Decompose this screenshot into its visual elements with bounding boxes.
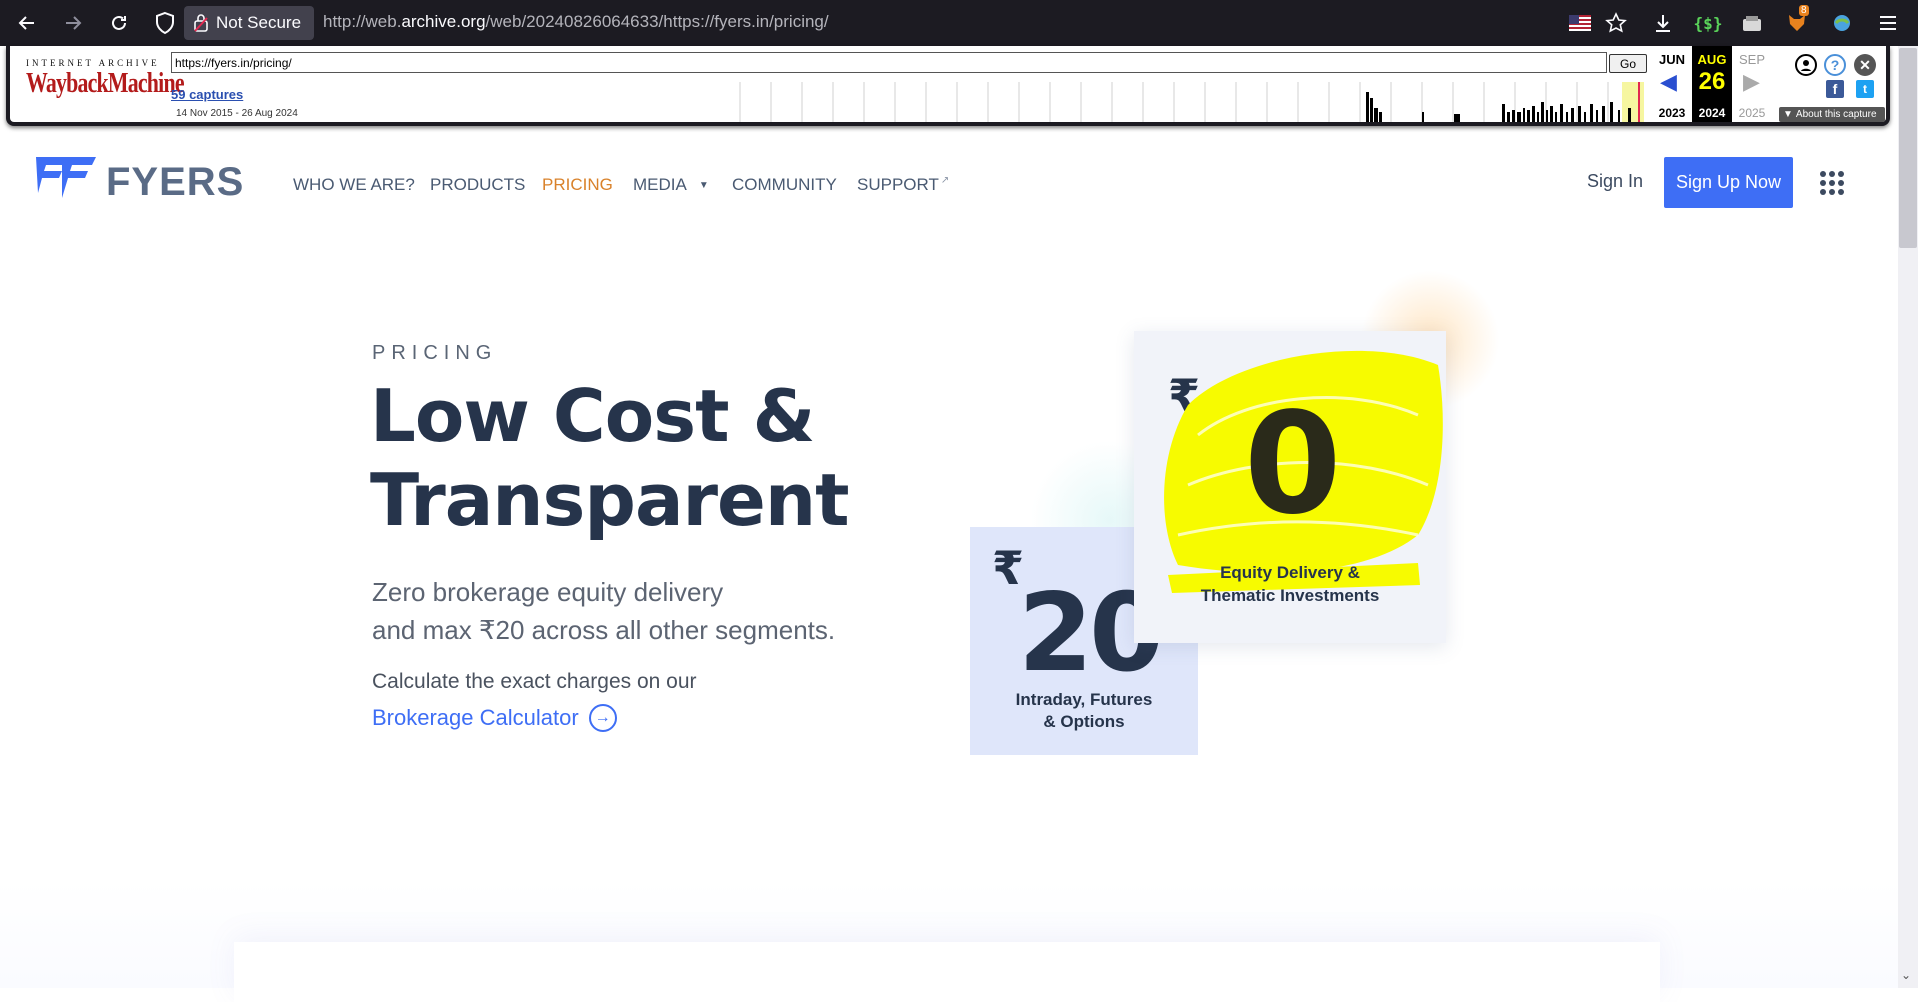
sign-up-button[interactable]: Sign Up Now bbox=[1664, 157, 1793, 208]
next-capture-arrow-icon[interactable]: ▶ bbox=[1743, 70, 1760, 95]
extension-icon[interactable] bbox=[1740, 11, 1764, 35]
delivery-caption-line2: Thematic Investments bbox=[1200, 586, 1380, 605]
address-bar[interactable]: http://web.archive.org/web/2024082606463… bbox=[323, 12, 829, 32]
nav-pricing[interactable]: PRICING bbox=[542, 175, 613, 195]
triangle-down-icon: ▼ bbox=[1783, 109, 1793, 120]
hero-title-line1: Low Cost & bbox=[370, 374, 815, 458]
wayback-url-input[interactable] bbox=[171, 52, 1607, 73]
hero-title: Low Cost & Transparent bbox=[370, 374, 930, 542]
twitter-icon[interactable]: t bbox=[1856, 80, 1874, 98]
intraday-caption-line2: & Options bbox=[1043, 712, 1125, 731]
wayback-logo[interactable]: WaybackMachine bbox=[26, 68, 185, 100]
reload-button[interactable] bbox=[104, 9, 134, 37]
external-link-icon: ↗ bbox=[940, 175, 950, 186]
globe-extension-icon[interactable] bbox=[1830, 11, 1854, 35]
url-host: archive.org bbox=[401, 12, 486, 31]
nav-who-we-are[interactable]: WHO WE ARE? bbox=[293, 175, 415, 195]
forward-arrow-icon bbox=[66, 16, 82, 30]
captures-link[interactable]: 59 captures bbox=[171, 87, 243, 102]
sign-in-link[interactable]: Sign In bbox=[1587, 171, 1643, 192]
current-day-label: 26 bbox=[1698, 68, 1726, 95]
nav-products[interactable]: PRODUCTS bbox=[430, 175, 525, 195]
hamburger-menu-icon[interactable] bbox=[1876, 11, 1900, 35]
help-icon[interactable]: ? bbox=[1824, 54, 1846, 76]
security-label: Not Secure bbox=[216, 13, 302, 32]
fyers-logo-text[interactable]: FYERS bbox=[106, 160, 244, 205]
nav-media-label: MEDIA bbox=[633, 175, 687, 194]
current-month-label: AUG bbox=[1697, 52, 1727, 67]
pricing-table-panel bbox=[234, 942, 1660, 1002]
intraday-caption: Intraday, Futures & Options bbox=[970, 689, 1198, 733]
browser-toolbar: Not Secure http://web.archive.org/web/20… bbox=[0, 0, 1918, 46]
delivery-caption-line1: Equity Delivery & bbox=[1220, 563, 1360, 582]
extension-badge: 8 bbox=[1799, 5, 1809, 16]
lock-warning-icon bbox=[194, 14, 208, 32]
url-prefix: http://web. bbox=[323, 12, 402, 31]
next-year-label[interactable]: 2025 bbox=[1732, 106, 1772, 120]
url-path: /web/20240826064633/https://fyers.in/pri… bbox=[485, 12, 829, 31]
wayback-go-button[interactable]: Go bbox=[1609, 54, 1647, 73]
next-month-label[interactable]: SEP bbox=[1732, 52, 1772, 67]
security-indicator[interactable]: Not Secure bbox=[184, 6, 314, 40]
brokerage-calculator-link[interactable]: Brokerage Calculator → bbox=[372, 704, 617, 732]
reload-icon bbox=[112, 15, 126, 30]
about-capture-label: About this capture bbox=[1795, 109, 1877, 120]
nav-media[interactable]: MEDIA ▼ bbox=[633, 175, 709, 195]
intraday-caption-line1: Intraday, Futures bbox=[1015, 690, 1153, 709]
download-icon[interactable] bbox=[1651, 11, 1675, 35]
nav-community[interactable]: COMMUNITY bbox=[732, 175, 837, 195]
fox-extension-icon[interactable]: 8 bbox=[1785, 5, 1809, 35]
account-icon[interactable] bbox=[1795, 54, 1817, 76]
caret-down-icon: ▼ bbox=[698, 180, 709, 192]
delivery-caption: Equity Delivery & Thematic Investments bbox=[1134, 561, 1446, 607]
wayback-logo-caption: INTERNET ARCHIVE bbox=[26, 58, 160, 68]
wayback-toolbar: INTERNET ARCHIVE WaybackMachine Go 59 ca… bbox=[6, 46, 1890, 126]
hero-title-line2: Transparent bbox=[370, 458, 850, 542]
current-year-label: 2024 bbox=[1698, 106, 1726, 120]
about-capture-button[interactable]: ▼ About this capture bbox=[1779, 107, 1885, 122]
shield-icon[interactable] bbox=[154, 11, 176, 35]
back-arrow-icon bbox=[18, 16, 34, 30]
hero-eyebrow: PRICING bbox=[372, 342, 498, 364]
hero-subtitle: Zero brokerage equity delivery and max ₹… bbox=[372, 573, 932, 649]
scroll-down-arrow-icon[interactable]: ⌄ bbox=[1901, 968, 1911, 982]
nav-support-label: SUPPORT bbox=[857, 175, 939, 194]
json-extension-icon[interactable]: {$} bbox=[1694, 11, 1723, 35]
delivery-price: 0 bbox=[1244, 383, 1342, 546]
close-icon[interactable]: ✕ bbox=[1854, 54, 1876, 76]
facebook-icon[interactable]: f bbox=[1826, 80, 1844, 98]
prev-month-label[interactable]: JUN bbox=[1652, 52, 1692, 67]
arrow-right-circle-icon: → bbox=[588, 704, 617, 732]
prev-year-label[interactable]: 2023 bbox=[1652, 106, 1692, 120]
apps-grid-icon[interactable] bbox=[1820, 171, 1844, 195]
brokerage-calculator-label: Brokerage Calculator bbox=[372, 705, 579, 730]
hero-subtitle-line2: and max ₹20 across all other segments. bbox=[372, 615, 836, 645]
captures-date-range: 14 Nov 2015 - 26 Aug 2024 bbox=[176, 108, 298, 119]
delivery-pricing-card: ₹ 0 Equity Delivery & Thematic Investmen… bbox=[1134, 331, 1446, 643]
hero-subtitle-line1: Zero brokerage equity delivery bbox=[372, 577, 724, 607]
back-button[interactable] bbox=[12, 9, 42, 37]
scrollbar-thumb[interactable] bbox=[1899, 48, 1917, 248]
us-flag-icon[interactable] bbox=[1568, 11, 1592, 35]
forward-button[interactable] bbox=[58, 9, 88, 37]
prev-capture-arrow-icon[interactable]: ◀ bbox=[1660, 70, 1677, 95]
nav-support[interactable]: SUPPORT ↗ bbox=[857, 175, 949, 195]
captures-sparkline[interactable] bbox=[738, 82, 1656, 122]
bookmark-star-icon[interactable] bbox=[1604, 11, 1628, 35]
calculator-prompt: Calculate the exact charges on our bbox=[372, 670, 697, 693]
